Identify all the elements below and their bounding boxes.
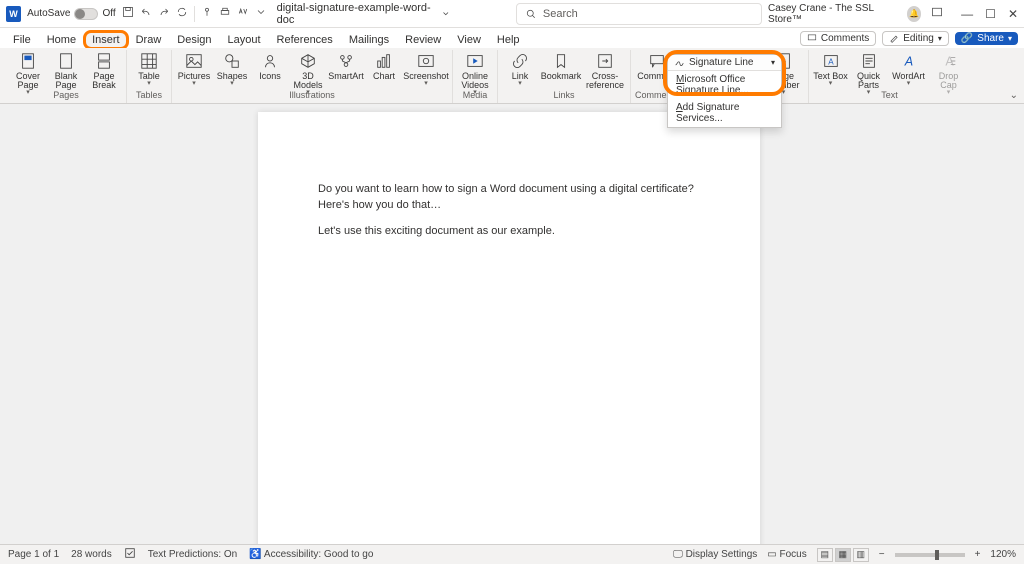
tab-mailings[interactable]: Mailings [342, 32, 396, 48]
print-layout-button[interactable]: ▦ [835, 548, 851, 562]
document-name[interactable]: digital-signature-example-word-doc [277, 2, 450, 26]
zoom-level[interactable]: 120% [990, 549, 1016, 560]
signature-line-button[interactable]: Signature Line ▾ [668, 55, 781, 71]
bookmark-button[interactable]: Bookmark [540, 50, 582, 81]
svg-text:A: A [903, 55, 912, 69]
drop-cap-button[interactable]: ADrop Cap▾ [931, 50, 967, 96]
status-predictions[interactable]: Text Predictions: On [148, 549, 237, 560]
status-accessibility[interactable]: ♿ Accessibility: Good to go [249, 549, 373, 560]
status-proofing-icon[interactable] [124, 547, 136, 562]
search-icon [525, 8, 537, 20]
web-layout-button[interactable]: ▥ [853, 548, 869, 562]
cross-reference-button[interactable]: Cross- reference [584, 50, 626, 90]
screenshot-button[interactable]: Screenshot▾ [404, 50, 448, 87]
autosave-label: AutoSave [27, 8, 70, 19]
svg-text:A: A [828, 58, 834, 67]
cover-page-button[interactable]: Cover Page▾ [10, 50, 46, 96]
tab-insert[interactable]: Insert [85, 32, 127, 48]
group-pages: Cover Page▾ Blank Page Page Break Pages [6, 50, 127, 103]
blank-page-button[interactable]: Blank Page [48, 50, 84, 90]
chart-button[interactable]: Chart [366, 50, 402, 81]
shapes-button[interactable]: Shapes▾ [214, 50, 250, 87]
user-name[interactable]: Casey Crane - The SSL Store™ [768, 3, 897, 25]
chevron-down-icon [442, 10, 450, 18]
redo-icon[interactable] [158, 6, 170, 21]
tab-home[interactable]: Home [40, 32, 83, 48]
text-box-button[interactable]: AText Box▾ [813, 50, 849, 87]
view-mode-buttons: ▤ ▦ ▥ [817, 548, 869, 562]
zoom-slider[interactable] [895, 553, 965, 557]
tab-review[interactable]: Review [398, 32, 448, 48]
tab-references[interactable]: References [270, 32, 340, 48]
svg-text:A: A [945, 55, 954, 69]
signature-line-dropdown: Signature Line ▾ Microsoft Office Signat… [667, 54, 782, 128]
read-mode-button[interactable]: ▤ [817, 548, 833, 562]
collapse-ribbon-button[interactable]: ⌄ [1010, 90, 1018, 101]
smartart-button[interactable]: SmartArt [328, 50, 364, 81]
display-settings-button[interactable]: 🖵 Display Settings [673, 549, 757, 560]
link-button[interactable]: Link▾ [502, 50, 538, 87]
table-button[interactable]: Table▾ [131, 50, 167, 87]
comments-button[interactable]: Comments [800, 31, 876, 46]
paragraph-2[interactable]: Let's use this exciting document as our … [318, 224, 700, 240]
group-illustrations: Pictures▾ Shapes▾ Icons 3D Models▾ Smart… [172, 50, 453, 103]
undo-icon[interactable] [140, 6, 152, 21]
ribbon: Cover Page▾ Blank Page Page Break Pages … [0, 48, 1024, 104]
add-signature-services-item[interactable]: Add Signature Services... [668, 99, 781, 127]
page-break-button[interactable]: Page Break [86, 50, 122, 90]
quick-access-toolbar [122, 6, 267, 22]
status-page[interactable]: Page 1 of 1 [8, 549, 59, 560]
window-controls: — ☐ ✕ [961, 7, 1018, 21]
autosave-state: Off [102, 8, 115, 19]
tab-layout[interactable]: Layout [221, 32, 268, 48]
group-tables: Table▾ Tables [127, 50, 172, 103]
tab-view[interactable]: View [450, 32, 488, 48]
group-media: Online Videos▾ Media [453, 50, 498, 103]
tab-file[interactable]: File [6, 32, 38, 48]
close-button[interactable]: ✕ [1008, 7, 1018, 21]
editing-mode-button[interactable]: Editing▾ [882, 31, 949, 46]
avatar[interactable]: 🔔 [907, 6, 921, 22]
zoom-out-button[interactable]: − [879, 549, 885, 560]
svg-text:#: # [782, 58, 786, 67]
spelling-icon[interactable] [237, 6, 249, 21]
sync-icon[interactable] [176, 6, 188, 21]
word-logo: W [6, 6, 21, 22]
zoom-in-button[interactable]: + [975, 549, 981, 560]
qat-dropdown-icon[interactable] [255, 6, 267, 21]
autosave-toggle[interactable]: AutoSave Off [27, 8, 116, 20]
ribbon-display-icon[interactable] [931, 6, 943, 21]
print-icon[interactable] [219, 6, 231, 21]
paragraph-1[interactable]: Do you want to learn how to sign a Word … [318, 182, 700, 214]
document-canvas[interactable]: Do you want to learn how to sign a Word … [0, 104, 1024, 544]
touch-mode-icon[interactable] [201, 6, 213, 21]
title-bar: W AutoSave Off digital-signature-example… [0, 0, 1024, 28]
minimize-button[interactable]: — [961, 7, 973, 21]
pictures-button[interactable]: Pictures▾ [176, 50, 212, 87]
focus-button[interactable]: ▭ Focus [767, 549, 806, 560]
wordart-button[interactable]: AWordArt▾ [889, 50, 929, 87]
group-text: AText Box▾ Quick Parts▾ AWordArt▾ ADrop … [809, 50, 971, 103]
tab-design[interactable]: Design [170, 32, 218, 48]
signature-icon [674, 57, 685, 68]
search-input[interactable]: Search [516, 3, 762, 25]
ms-office-signature-line-item[interactable]: Microsoft Office Signature Line... [668, 71, 781, 99]
group-links: Link▾ Bookmark Cross- reference Links [498, 50, 631, 103]
status-words[interactable]: 28 words [71, 549, 112, 560]
icons-button[interactable]: Icons [252, 50, 288, 81]
maximize-button[interactable]: ☐ [985, 7, 996, 21]
status-bar: Page 1 of 1 28 words Text Predictions: O… [0, 544, 1024, 564]
tab-draw[interactable]: Draw [129, 32, 169, 48]
ribbon-tabs: File Home Insert Draw Design Layout Refe… [0, 28, 1024, 48]
share-button[interactable]: 🔗Share▾ [955, 32, 1018, 45]
document-page[interactable]: Do you want to learn how to sign a Word … [258, 112, 760, 544]
tab-help[interactable]: Help [490, 32, 527, 48]
save-icon[interactable] [122, 6, 134, 21]
